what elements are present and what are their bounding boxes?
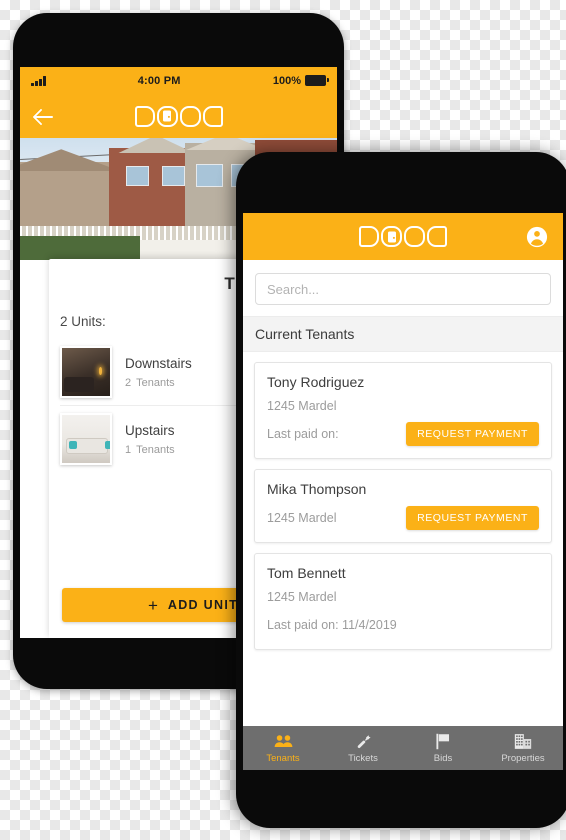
tab-tenants[interactable]: Tenants <box>243 726 323 770</box>
tab-bids-label: Bids <box>433 752 453 764</box>
door-logo <box>134 105 223 127</box>
logo-letter-o-door <box>156 105 178 127</box>
right-phone-frame: Search... Current Tenants Tony Rodriguez… <box>236 152 566 828</box>
right-phone-screen: Search... Current Tenants Tony Rodriguez… <box>243 213 563 770</box>
unit-tenant-number: 2 <box>125 376 132 389</box>
left-appbar <box>20 94 337 138</box>
tab-properties[interactable]: Properties <box>483 726 563 770</box>
tenant-card[interactable]: Mika Thompson 1245 Mardel REQUEST PAYMEN… <box>254 469 552 543</box>
right-appbar <box>243 213 563 260</box>
request-payment-button[interactable]: REQUEST PAYMENT <box>406 422 539 446</box>
left-logo-wrap <box>20 105 337 127</box>
battery-full-icon <box>305 75 329 86</box>
signal-icon <box>31 75 46 86</box>
tenant-card-list: Tony Rodriguez 1245 Mardel Last paid on:… <box>243 352 563 660</box>
tab-tickets-label: Tickets <box>348 752 378 764</box>
last-paid-label: Last paid on: 11/4/2019 <box>267 618 397 632</box>
building-icon <box>514 733 532 750</box>
search-wrap: Search... <box>243 260 563 316</box>
tenant-address: 1245 Mardel <box>267 511 337 525</box>
account-circle-icon[interactable] <box>526 226 548 248</box>
tenant-card[interactable]: Tom Bennett 1245 Mardel Last paid on: 11… <box>254 553 552 650</box>
bottom-tab-bar: Tenants Tickets Bids Properties <box>243 726 563 770</box>
door-logo <box>359 226 447 247</box>
unit-tenant-word: Tenants <box>136 376 175 389</box>
photo-house-1 <box>20 162 116 236</box>
request-payment-button[interactable]: REQUEST PAYMENT <box>406 506 539 530</box>
logo-letter-d <box>134 105 155 127</box>
tab-tenants-label: Tenants <box>266 752 300 764</box>
tab-properties-label: Properties <box>501 752 545 764</box>
status-battery-group: 100% <box>272 74 329 87</box>
tenant-card[interactable]: Tony Rodriguez 1245 Mardel Last paid on:… <box>254 362 552 459</box>
tenant-card-footer: Last paid on: 11/4/2019 <box>267 613 539 637</box>
tab-bids[interactable]: Bids <box>403 726 483 770</box>
tenants-screen-body: Search... Current Tenants Tony Rodriguez… <box>243 260 563 726</box>
logo-letter-o <box>179 105 201 127</box>
wrench-icon <box>355 733 372 750</box>
unit-thumbnail <box>60 413 112 465</box>
unit-tenant-number: 1 <box>125 443 132 456</box>
search-input[interactable]: Search... <box>255 273 551 305</box>
plus-icon: + <box>147 595 158 615</box>
unit-thumbnail <box>60 346 112 398</box>
status-bar: 4:00 PM 100% <box>20 67 337 94</box>
logo-letter-o-door <box>381 226 402 247</box>
battery-percent: 100% <box>272 74 301 87</box>
photo-lawn <box>20 235 141 260</box>
unit-tenant-word: Tenants <box>136 443 175 456</box>
tab-tickets[interactable]: Tickets <box>323 726 403 770</box>
status-time: 4:00 PM <box>137 74 181 87</box>
tenant-card-footer: Last paid on: REQUEST PAYMENT <box>267 422 539 446</box>
back-arrow-icon[interactable] <box>34 106 54 126</box>
people-icon <box>274 733 293 750</box>
logo-letter-r <box>202 105 223 127</box>
tenant-address: 1245 Mardel <box>267 590 337 604</box>
tenant-name: Tony Rodriguez <box>267 374 365 390</box>
tenant-address: 1245 Mardel <box>267 399 337 413</box>
tenant-name: Tom Bennett <box>267 565 346 581</box>
logo-letter-d <box>359 226 379 247</box>
search-placeholder: Search... <box>267 281 320 297</box>
flag-icon <box>435 733 451 750</box>
add-unit-label: ADD UNIT <box>167 598 239 612</box>
section-header-current-tenants: Current Tenants <box>243 316 563 352</box>
tenant-name: Mika Thompson <box>267 481 367 497</box>
tenant-card-footer: 1245 Mardel REQUEST PAYMENT <box>267 506 539 530</box>
last-paid-label: Last paid on: <box>267 427 339 441</box>
logo-letter-o <box>404 226 425 247</box>
logo-letter-r <box>427 226 447 247</box>
